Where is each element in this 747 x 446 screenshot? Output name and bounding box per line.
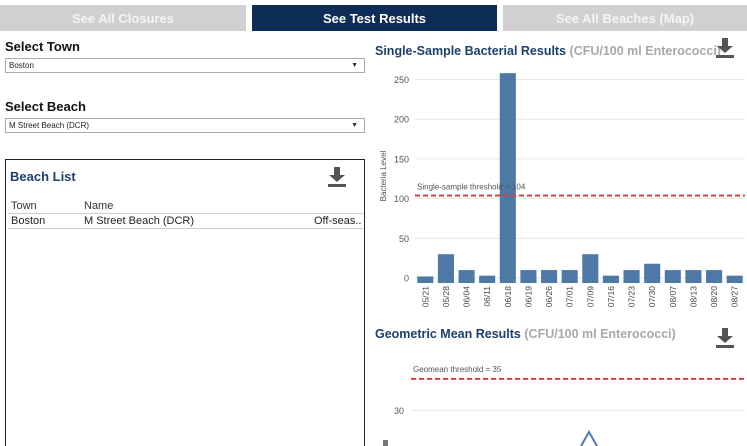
x-tick-label: 06/19 (523, 286, 533, 308)
x-tick-label: 06/18 (503, 286, 513, 308)
bar (623, 270, 640, 284)
geomean-chart-title: Geometric Mean Results (CFU/100 ml Enter… (375, 327, 676, 341)
town-select[interactable]: Boston ▼ (5, 58, 365, 73)
tab-bar: See All Closures See Test Results See Al… (0, 5, 747, 31)
x-tick-label: 05/28 (441, 286, 451, 308)
tab-see-all-beaches-map[interactable]: See All Beaches (Map) (503, 5, 747, 31)
y-axis-label-fragment (383, 440, 388, 446)
bacteria-chart-unit: (CFU/100 ml Enterococci) (569, 44, 721, 58)
column-header-town[interactable]: Town (11, 200, 37, 212)
download-icon[interactable] (716, 38, 734, 58)
beach-list-title: Beach List (10, 169, 76, 184)
bar (541, 270, 558, 284)
bar (644, 263, 661, 284)
x-tick-label: 07/16 (606, 286, 616, 308)
cell-status: Off-seas.. (314, 215, 362, 227)
beach-select[interactable]: M Street Beach (DCR) ▼ (5, 118, 365, 133)
beach-select-value: M Street Beach (DCR) (9, 121, 90, 130)
x-tick-label: 07/09 (585, 286, 595, 308)
x-tick-label: 06/11 (482, 286, 492, 307)
bar (437, 254, 454, 284)
bacteria-bar-chart: 0 50 100 150 200 250 Bacteria Level 05/21 05/28 0… (379, 73, 745, 308)
y-tick-label: 100 (394, 194, 409, 204)
bar (602, 275, 619, 284)
x-tick-label: 06/04 (462, 286, 472, 308)
x-tick-label: 08/07 (668, 286, 678, 308)
bar (664, 270, 681, 284)
bar (561, 270, 578, 284)
column-header-name[interactable]: Name (84, 200, 113, 212)
town-select-value: Boston (9, 61, 34, 70)
x-tick-label: 08/20 (709, 286, 719, 308)
cell-name: M Street Beach (DCR) (84, 215, 195, 227)
bacteria-chart-title: Single-Sample Bacterial Results (CFU/100… (375, 44, 721, 58)
bar (726, 275, 743, 284)
x-tick-label: 07/30 (647, 286, 657, 308)
table-row[interactable]: Boston M Street Beach (DCR) Off-seas.. (8, 213, 363, 229)
bar (479, 275, 496, 284)
download-icon[interactable] (328, 167, 346, 187)
x-tick-label: 08/13 (688, 286, 698, 308)
geomean-chart-title-text: Geometric Mean Results (375, 327, 521, 341)
y-tick-label: 0 (404, 274, 409, 284)
series-line (580, 429, 598, 446)
bar (685, 270, 702, 284)
download-icon[interactable] (716, 328, 734, 348)
bacteria-chart-title-text: Single-Sample Bacterial Results (375, 44, 567, 58)
chevron-down-icon: ▼ (351, 62, 358, 69)
y-tick-label: 150 (394, 154, 409, 164)
y-tick-label: 200 (394, 115, 409, 125)
beach-list-panel: Beach List Town Name Boston M Street Bea… (5, 159, 365, 446)
bar (499, 73, 516, 284)
x-tick-label: 07/01 (565, 286, 575, 308)
x-tick-label: 07/23 (627, 286, 637, 308)
y-tick-label: 50 (399, 234, 409, 244)
bar (458, 270, 475, 284)
x-tick-label: 06/26 (544, 286, 554, 308)
tab-see-all-closures[interactable]: See All Closures (0, 5, 246, 31)
y-tick-label: 30 (394, 406, 404, 416)
x-tick-label: 08/27 (730, 286, 740, 308)
select-beach-label: Select Beach (5, 99, 86, 114)
y-axis-label: Bacteria Level (379, 150, 388, 201)
threshold-label: Single-sample threshold = 104 (417, 182, 526, 191)
x-tick-label: 05/21 (420, 286, 430, 308)
select-town-label: Select Town (5, 39, 80, 54)
geomean-chart-unit: (CFU/100 ml Enterococci) (524, 327, 676, 341)
bar (706, 270, 723, 284)
bar (582, 254, 599, 284)
bar (417, 276, 434, 284)
y-tick-label: 250 (394, 75, 409, 85)
chevron-down-icon: ▼ (351, 122, 358, 129)
threshold-label: Geomean threshold = 35 (413, 365, 502, 374)
bar (520, 270, 537, 284)
tab-see-test-results[interactable]: See Test Results (252, 5, 497, 31)
cell-town: Boston (11, 215, 46, 227)
geomean-line-chart: 30 Geomean threshold = 35 (383, 365, 745, 446)
